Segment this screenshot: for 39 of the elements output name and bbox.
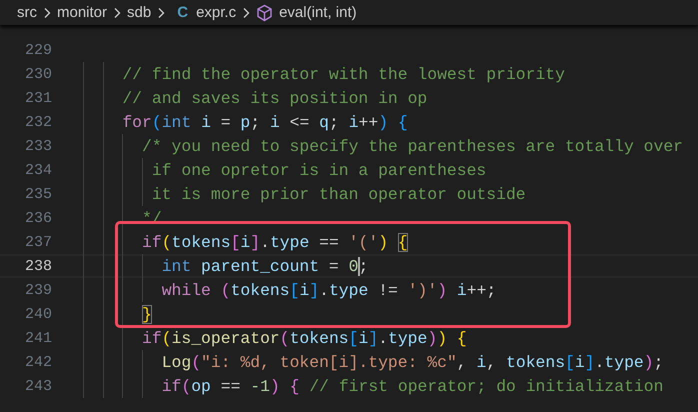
line-number: 231: [24, 90, 52, 106]
line-number: 233: [24, 138, 52, 154]
cube-icon: [256, 4, 274, 22]
code-line: if one opretor is in a parentheses: [152, 160, 486, 180]
breadcrumb-item[interactable]: sdb: [127, 4, 152, 21]
line-number: 230: [24, 66, 52, 82]
line-number: 238: [24, 258, 52, 274]
line-number: 234: [24, 162, 52, 178]
code-line: if(tokens[i].type == '(') {: [142, 232, 408, 252]
code-line: if(op == -1) { // first operator; do initialization: [162, 376, 664, 396]
line-number: 241: [24, 330, 52, 346]
code-line: int parent_count = 0;: [162, 256, 368, 276]
line-number: 235: [24, 186, 52, 202]
line-number: 236: [24, 210, 52, 226]
breadcrumb-item[interactable]: expr.c: [196, 4, 236, 21]
line-number: 232: [24, 114, 52, 130]
line-number: 240: [24, 306, 52, 322]
breadcrumb-item[interactable]: src: [17, 4, 37, 21]
line-number: 229: [24, 42, 52, 58]
chevron-icon: [43, 6, 51, 18]
line-number: 239: [24, 282, 52, 298]
breadcrumb-item[interactable]: monitor: [57, 4, 108, 21]
code-line: Log("i: %d, token[i].type: %c", i, tokens[i].type);: [162, 352, 664, 372]
chevron-icon: [113, 6, 122, 18]
code-line: // find the operator with the lowest priority: [122, 64, 565, 84]
code-line: for(int i = p; i <= q; i++) {: [122, 112, 408, 132]
code-line: while (tokens[i].type != ')') i++;: [162, 280, 496, 300]
code-line: it is more prior than operator outside: [152, 184, 526, 204]
file-type-icon: C: [177, 4, 188, 21]
line-number: 242: [24, 354, 52, 370]
line-number: 243: [24, 378, 52, 394]
code-line: }: [142, 304, 152, 324]
code-line: // and saves its position in op: [122, 88, 428, 108]
code-line: /* you need to specify the parentheses are totally over: [142, 136, 683, 156]
chevron-icon: [157, 6, 166, 18]
breadcrumb-item[interactable]: eval(int, int): [279, 4, 357, 21]
chevron-icon: [242, 6, 250, 18]
line-number: 237: [24, 234, 52, 250]
code-line: if(is_operator(tokens[i].type)) {: [142, 328, 467, 348]
